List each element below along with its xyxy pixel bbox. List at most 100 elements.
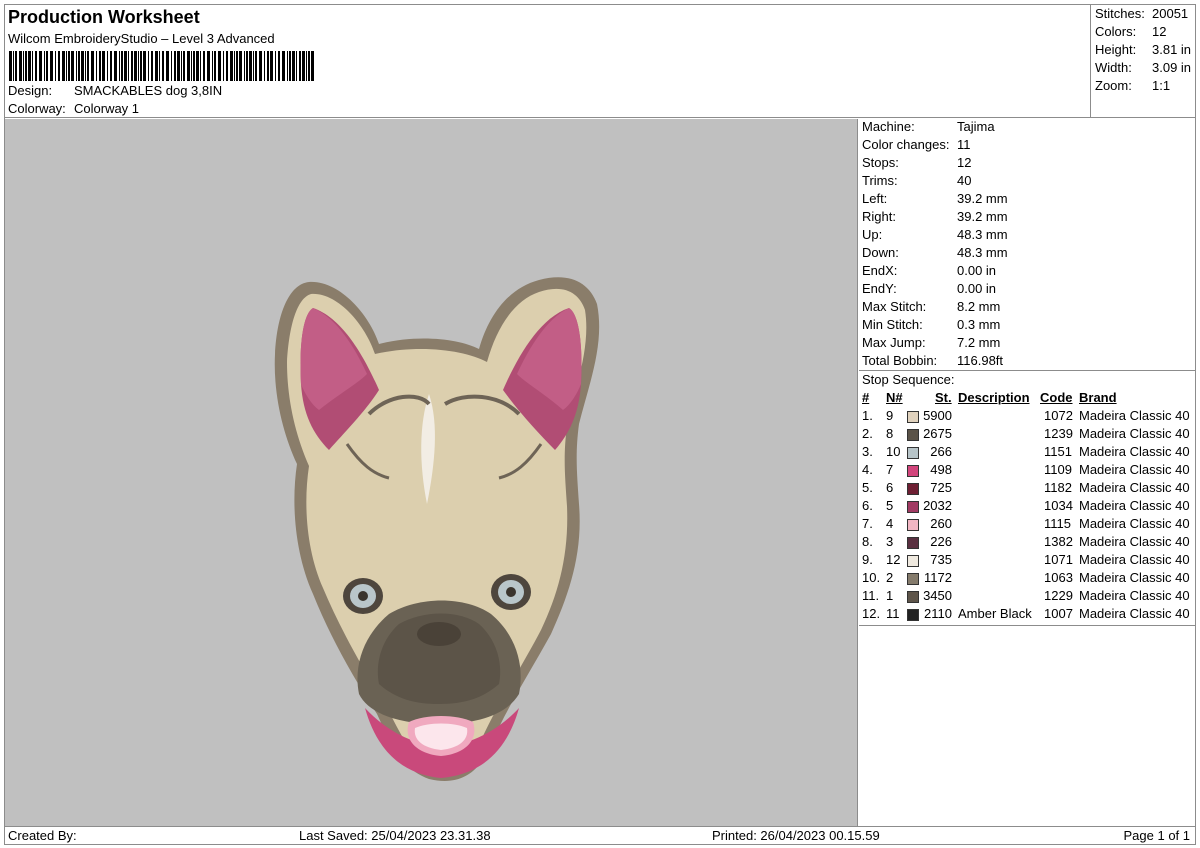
needle-number: 4 — [886, 516, 894, 531]
barcode-bar — [96, 51, 97, 81]
barcode-bar — [226, 51, 228, 81]
barcode-bar — [267, 51, 269, 81]
barcode-bar — [91, 51, 94, 81]
endx-row: EndX: 0.00 in — [862, 263, 997, 278]
thread-color-swatch — [907, 591, 919, 603]
thread-brand: Madeira Classic 40 — [1079, 444, 1190, 459]
barcode-bar — [196, 51, 199, 81]
divider — [859, 625, 1196, 626]
barcode-bar — [264, 51, 265, 81]
barcode-bar — [155, 51, 158, 81]
thread-color-swatch — [907, 537, 919, 549]
colorway-label: Colorway: — [8, 101, 66, 116]
row-number: 10. — [862, 570, 881, 585]
thread-description: Amber Black — [958, 606, 1032, 621]
thread-brand: Madeira Classic 40 — [1079, 498, 1190, 513]
thread-brand: Madeira Classic 40 — [1079, 588, 1190, 603]
stop-sequence-row: 9. 12 735 1071 Madeira Classic 40 — [859, 552, 1196, 570]
thread-brand: Madeira Classic 40 — [1079, 462, 1190, 477]
stitch-count: 3450 — [923, 588, 952, 603]
thread-brand: Madeira Classic 40 — [1079, 570, 1190, 585]
thread-code: 1034 — [1044, 498, 1073, 513]
barcode-bar — [308, 51, 310, 81]
needle-number: 7 — [886, 462, 894, 477]
barcode-bar — [143, 51, 146, 81]
barcode-bar — [200, 51, 201, 81]
barcode-bar — [110, 51, 112, 81]
barcode-bar — [234, 51, 235, 81]
barcode-bar — [223, 51, 224, 81]
stop-sequence-row: 12. 11 2110 Amber Black 1007 Madeira Classic … — [859, 606, 1196, 624]
stitch-count: 735 — [930, 552, 952, 567]
thread-code: 1382 — [1044, 534, 1073, 549]
stitch-count: 498 — [930, 462, 952, 477]
barcode-image — [9, 51, 314, 81]
barcode-bar — [166, 51, 169, 81]
thread-brand: Madeira Classic 40 — [1079, 516, 1190, 531]
trims-row: Trims: 40 — [862, 173, 972, 188]
barcode-bar — [151, 51, 153, 81]
stops-row: Stops: 12 — [862, 155, 972, 170]
barcode-bar — [187, 51, 190, 81]
barcode-bar — [249, 51, 252, 81]
min-stitch-row: Min Stitch: 0.3 mm — [862, 317, 1001, 332]
barcode-bar — [159, 51, 160, 81]
summary-width: Width: 3.09 in — [1095, 60, 1192, 75]
barcode-bar — [183, 51, 185, 81]
needle-number: 11 — [886, 606, 900, 621]
barcode-bar — [236, 51, 238, 81]
thread-color-swatch — [907, 501, 919, 513]
stop-sequence-row: 11. 1 3450 1229 Madeira Classic 40 — [859, 588, 1196, 606]
barcode-bar — [270, 51, 273, 81]
barcode-bar — [212, 51, 213, 81]
row-number: 3. — [862, 444, 873, 459]
col-header-code: Code — [1040, 390, 1073, 405]
stop-sequence-row: 7. 4 260 1115 Madeira Classic 40 — [859, 516, 1196, 534]
worksheet-footer: Created By: Last Saved: 25/04/2023 23.31… — [4, 826, 1196, 845]
thread-color-swatch — [907, 609, 919, 621]
right-row: Right: 39.2 mm — [862, 209, 1008, 224]
barcode-bar — [25, 51, 27, 81]
barcode-bar — [207, 51, 210, 81]
thread-color-swatch — [907, 447, 919, 459]
barcode-bar — [162, 51, 164, 81]
stop-sequence-row: 1. 9 5900 1072 Madeira Classic 40 — [859, 408, 1196, 426]
stop-sequence-row: 4. 7 498 1109 Madeira Classic 40 — [859, 462, 1196, 480]
barcode-bar — [177, 51, 180, 81]
row-number: 4. — [862, 462, 873, 477]
col-header-num: # — [862, 390, 870, 405]
stitch-count: 260 — [930, 516, 952, 531]
barcode-bar — [138, 51, 139, 81]
needle-number: 3 — [886, 534, 894, 549]
max-jump-row: Max Jump: 7.2 mm — [862, 335, 1001, 350]
barcode-bar — [81, 51, 84, 81]
barcode-bar — [13, 51, 14, 81]
barcode-bar — [76, 51, 77, 81]
needle-number: 12 — [886, 552, 901, 567]
stop-sequence-row: 3. 10 266 1151 Madeira Classic 40 — [859, 444, 1196, 462]
stop-sequence-row: 10. 2 1172 1063 Madeira Classic 40 — [859, 570, 1196, 588]
row-number: 1. — [862, 408, 873, 423]
thread-color-swatch — [907, 555, 919, 567]
barcode-bar — [50, 51, 53, 81]
needle-number: 10 — [886, 444, 901, 459]
barcode-bar — [32, 51, 33, 81]
thread-code: 1071 — [1044, 552, 1073, 567]
barcode-bar — [46, 51, 48, 81]
page-number: Page 1 of 1 — [1123, 828, 1191, 843]
needle-number: 1 — [886, 588, 894, 603]
thread-color-swatch — [907, 519, 919, 531]
row-number: 2. — [862, 426, 873, 441]
up-row: Up: 48.3 mm — [862, 227, 1008, 242]
barcode-bar — [306, 51, 307, 81]
barcode-bar — [131, 51, 133, 81]
row-number: 9. — [862, 552, 873, 567]
thread-code: 1072 — [1044, 408, 1073, 423]
thread-color-swatch — [907, 411, 919, 423]
thread-code: 1151 — [1044, 444, 1072, 459]
barcode-bar — [28, 51, 31, 81]
stitch-count: 266 — [930, 444, 952, 459]
divider — [859, 370, 1196, 371]
row-number: 7. — [862, 516, 873, 531]
barcode-bar — [214, 51, 216, 81]
